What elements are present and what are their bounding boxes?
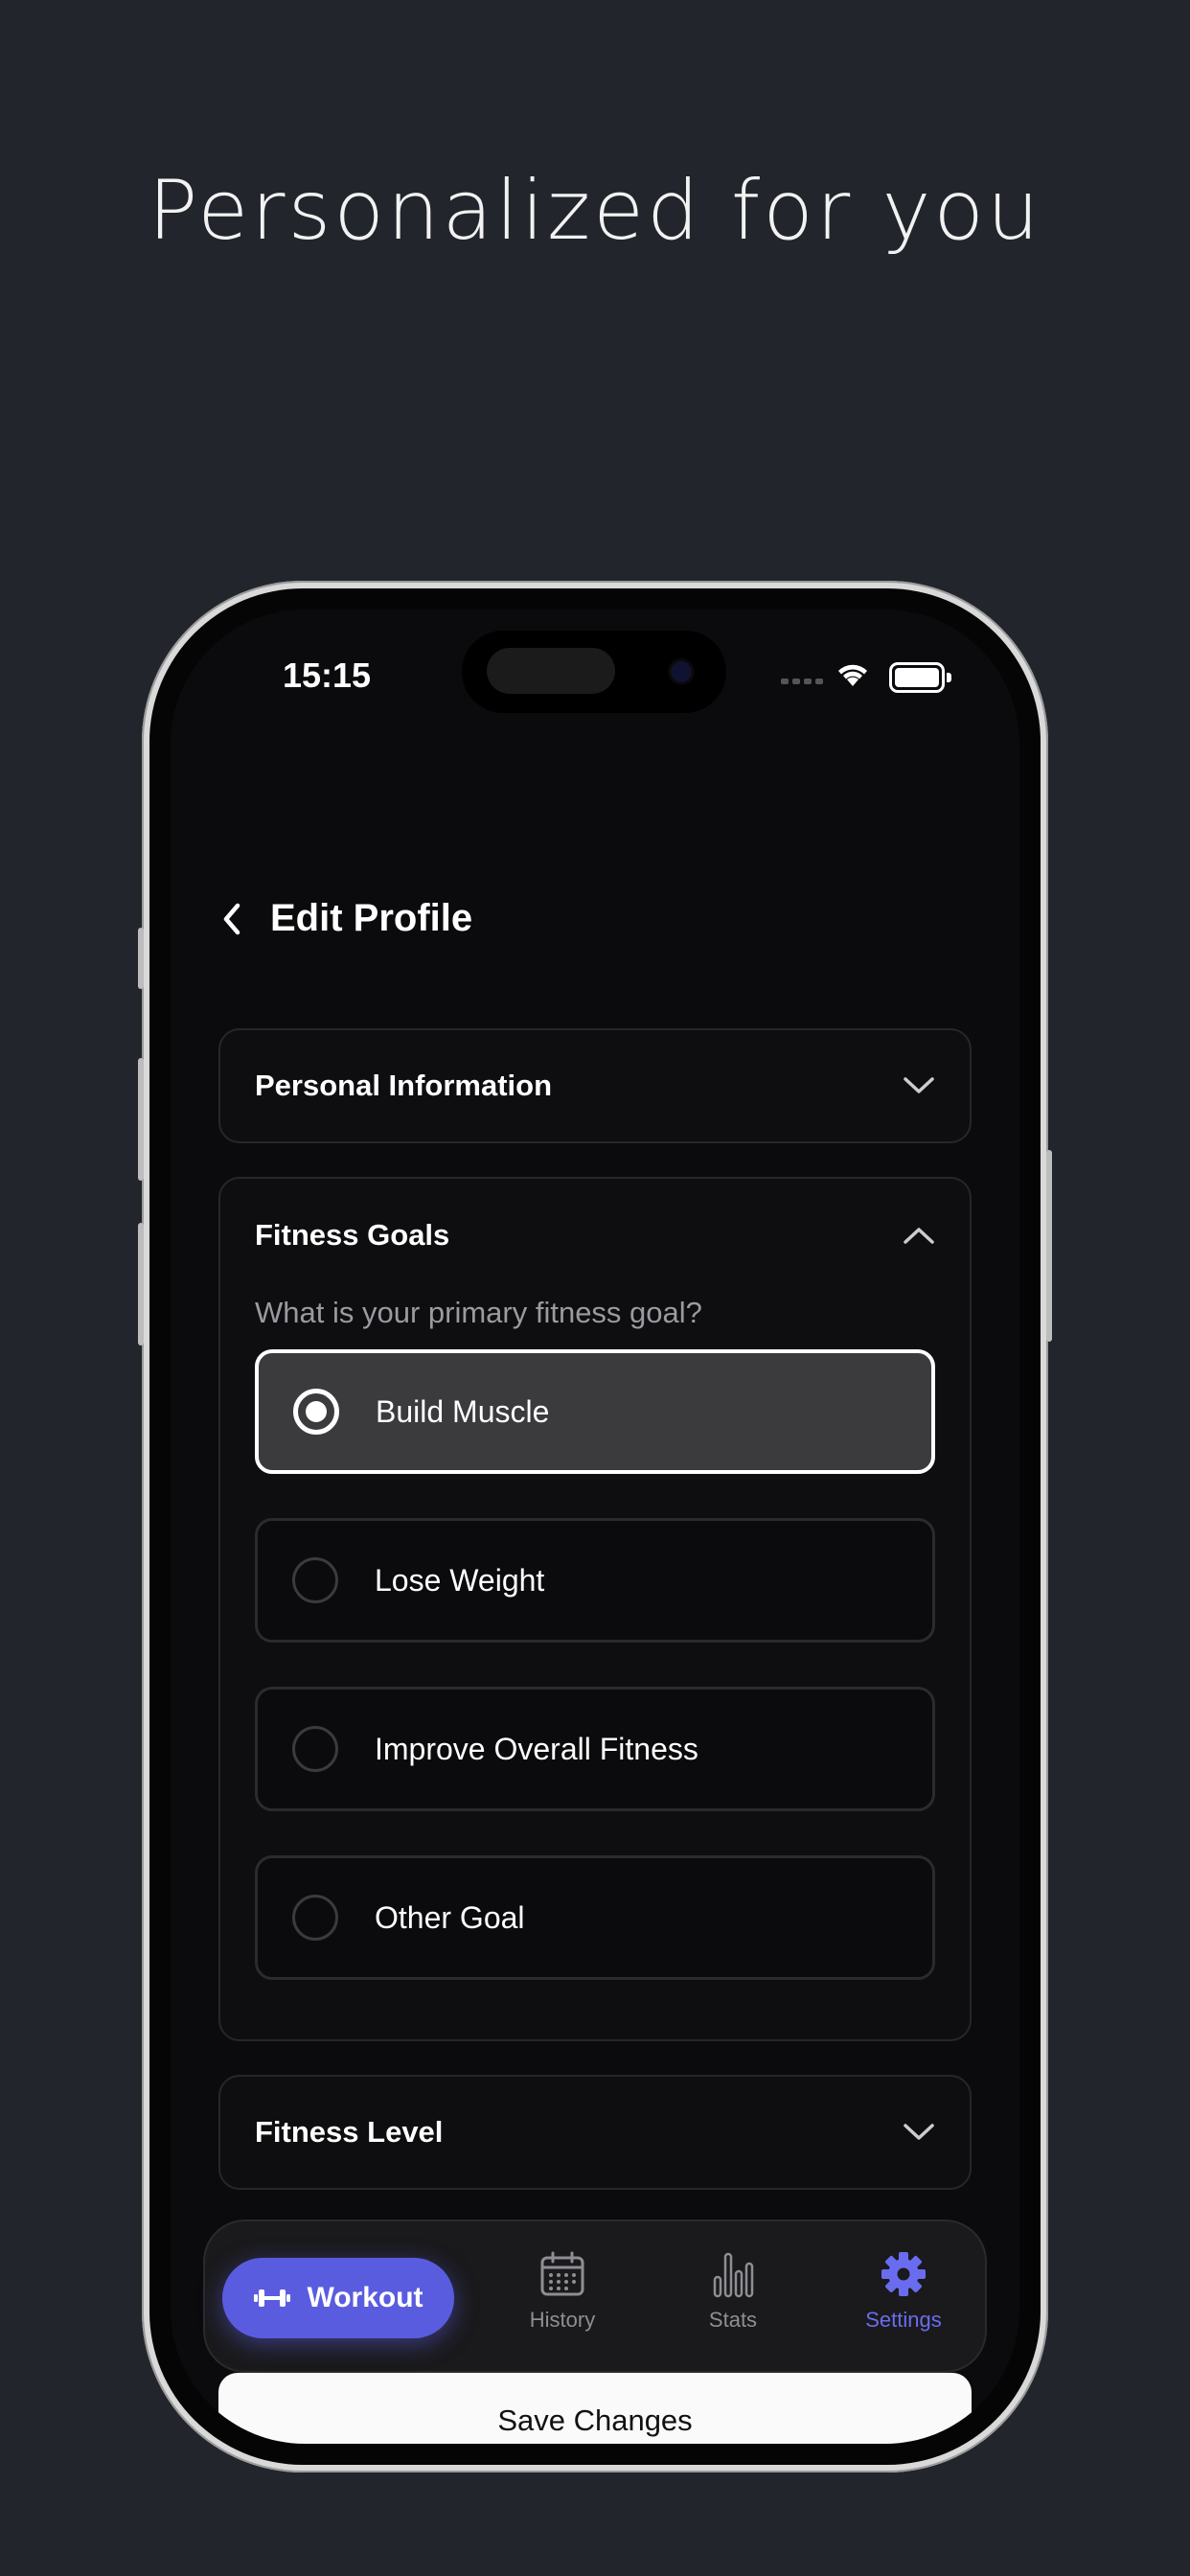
page-header: Edit Profile xyxy=(218,897,472,940)
tab-settings[interactable]: Settings xyxy=(832,2250,975,2333)
tab-workout[interactable]: Workout xyxy=(222,2258,454,2338)
back-chevron-icon[interactable] xyxy=(218,900,247,938)
bar-chart-icon xyxy=(713,2252,754,2298)
tab-history[interactable]: History xyxy=(491,2250,634,2333)
action-button xyxy=(138,928,144,989)
fitness-goals-header[interactable]: Fitness Goals xyxy=(255,1179,935,1292)
chevron-down-icon xyxy=(904,1077,934,1093)
option-label: Improve Overall Fitness xyxy=(375,1731,698,1766)
fitness-level-section[interactable]: Fitness Level xyxy=(218,2075,972,2190)
chevron-down-icon xyxy=(904,2124,934,2140)
radio-unselected-icon xyxy=(292,1895,338,1941)
volume-up-button xyxy=(138,1058,144,1181)
status-time: 15:15 xyxy=(283,656,372,695)
tab-label: History xyxy=(529,2308,596,2332)
radio-unselected-icon xyxy=(292,1726,338,1772)
radio-unselected-icon xyxy=(292,1557,338,1603)
goal-option-build-muscle[interactable]: Build Muscle xyxy=(255,1349,935,1474)
tab-label: Workout xyxy=(307,2282,423,2313)
section-title: Personal Information xyxy=(255,1069,553,1102)
section-title: Fitness Goals xyxy=(255,1218,450,1252)
page-title: Edit Profile xyxy=(270,897,473,939)
headline: Personalized for you xyxy=(148,163,1042,259)
gear-icon xyxy=(881,2252,926,2296)
battery-icon xyxy=(889,662,951,693)
section-title: Fitness Level xyxy=(255,2115,444,2149)
goal-option-lose-weight[interactable]: Lose Weight xyxy=(255,1518,935,1643)
save-changes-button[interactable]: Save Changes xyxy=(218,2373,972,2444)
save-changes-label: Save Changes xyxy=(497,2404,693,2437)
calendar-icon xyxy=(540,2251,584,2296)
tab-label: Settings xyxy=(865,2308,942,2332)
option-label: Lose Weight xyxy=(375,1562,545,1598)
volume-down-button xyxy=(138,1223,144,1346)
tab-stats[interactable]: Stats xyxy=(661,2250,805,2333)
cellular-signal-icon xyxy=(781,678,823,684)
personal-information-section[interactable]: Personal Information xyxy=(218,1028,972,1143)
phone-screen: 15:15 Edit Profile Personal Information … xyxy=(171,610,1019,2444)
goal-option-improve-fitness[interactable]: Improve Overall Fitness xyxy=(255,1687,935,1811)
dumbbell-icon xyxy=(254,2289,291,2307)
wifi-icon xyxy=(838,664,867,686)
radio-selected-icon xyxy=(293,1389,339,1435)
goal-option-other[interactable]: Other Goal xyxy=(255,1855,935,1980)
power-button xyxy=(1046,1150,1052,1342)
fitness-goals-section: Fitness Goals What is your primary fitne… xyxy=(218,1177,972,2041)
goal-question: What is your primary fitness goal? xyxy=(255,1296,702,1329)
chevron-up-icon xyxy=(904,1228,934,1244)
tab-label: Stats xyxy=(708,2308,758,2332)
option-label: Other Goal xyxy=(375,1899,525,1935)
dynamic-island xyxy=(462,631,726,713)
option-label: Build Muscle xyxy=(376,1393,550,1429)
bottom-tab-bar: Workout History Stats Settings xyxy=(203,2220,987,2373)
